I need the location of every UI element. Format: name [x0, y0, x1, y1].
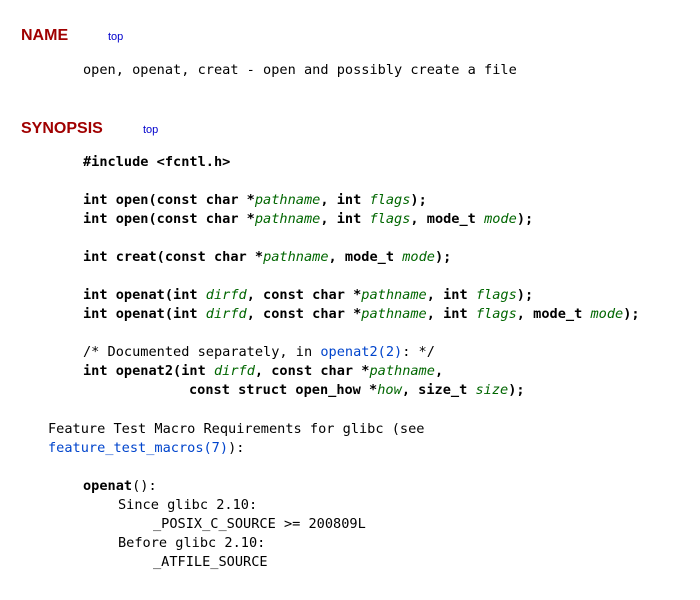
man-page-viewport: { "name_section": { "heading": "NAME", "…: [0, 0, 700, 600]
param-dirfd: dirfd: [205, 287, 247, 303]
param-mode: mode: [590, 306, 624, 322]
open-mode-prototype-part: , int: [320, 211, 370, 227]
open-prototype-part: );: [410, 192, 427, 208]
param-flags: flags: [369, 211, 411, 227]
openat-mode-prototype: int openat(int dirfd, const char *pathna…: [83, 305, 640, 324]
function-name: openat: [83, 478, 133, 494]
open-prototype-part: int open(const char *: [83, 192, 255, 208]
openat2-prototype-part: ,: [434, 363, 444, 379]
top-link-synopsis[interactable]: top: [143, 124, 158, 136]
param-pathname: pathname: [361, 287, 427, 303]
param-pathname: pathname: [254, 192, 321, 208]
param-pathname: pathname: [369, 363, 435, 379]
param-mode: mode: [402, 249, 435, 265]
creat-prototype-part: int creat(const char *: [83, 249, 264, 265]
function-parens: ():: [132, 478, 157, 494]
section-heading-synopsis: SYNOPSIS: [21, 120, 103, 137]
creat-prototype-part: , mode_t: [328, 249, 403, 265]
open-prototype: int open(const char *pathname, int flags…: [83, 191, 427, 210]
openat2-prototype-part: , const char *: [254, 363, 370, 379]
before-glibc-macro: _ATFILE_SOURCE: [153, 554, 268, 570]
openat-prototype-part: int openat(int: [83, 287, 206, 303]
param-size: size: [475, 382, 509, 398]
param-flags: flags: [475, 287, 517, 303]
creat-prototype: int creat(const char *pathname, mode_t m…: [83, 248, 451, 267]
openat2-prototype-part: , size_t: [401, 382, 476, 398]
openat2-prototype-part: int openat2(int: [83, 363, 214, 379]
openat-mode-prototype-part: );: [623, 306, 640, 322]
before-glibc-label: Before glibc 2.10:: [118, 535, 266, 551]
param-dirfd: dirfd: [205, 306, 247, 322]
open-mode-prototype: int open(const char *pathname, int flags…: [83, 210, 533, 229]
openat-mode-prototype-part: , const char *: [246, 306, 362, 322]
open-mode-prototype-part: int open(const char *: [83, 211, 255, 227]
openat-prototype-part: );: [516, 287, 534, 303]
creat-prototype-part: );: [434, 249, 452, 265]
openat2-prototype: int openat2(int dirfd, const char *pathn…: [83, 362, 443, 381]
param-how: how: [377, 382, 402, 398]
top-link-name[interactable]: top: [108, 31, 123, 43]
param-pathname: pathname: [254, 211, 321, 227]
open-mode-prototype-part: );: [516, 211, 534, 227]
openat-mode-prototype-part: int openat(int: [83, 306, 206, 322]
param-flags: flags: [369, 192, 411, 208]
since-glibc-label: Since glibc 2.10:: [118, 497, 258, 513]
param-pathname: pathname: [361, 306, 427, 322]
feature-test-link-line: feature_test_macros(7)):: [48, 439, 244, 458]
feature-test-heading: Feature Test Macro Requirements for glib…: [48, 421, 425, 437]
include-line: #include <fcntl.h>: [83, 154, 231, 170]
openat2-prototype-part: const struct open_how *: [189, 382, 378, 398]
openat-prototype: int openat(int dirfd, const char *pathna…: [83, 286, 533, 305]
feature-test-function: openat():: [83, 477, 157, 496]
openat2-prototype-part: );: [508, 382, 525, 398]
openat-mode-prototype-part: , int: [426, 306, 476, 322]
openat2-prototype-continued: const struct open_how *how, size_t size)…: [189, 381, 525, 400]
comment-text: : */: [402, 344, 435, 360]
section-heading-name: NAME: [21, 27, 69, 44]
comment-text: /* Documented separately, in: [83, 344, 321, 360]
feature-test-macros-link[interactable]: feature_test_macros(7): [48, 440, 228, 456]
openat-prototype-part: , const char *: [246, 287, 362, 303]
param-pathname: pathname: [263, 249, 329, 265]
openat-prototype-part: , int: [426, 287, 476, 303]
feature-test-suffix: ):: [228, 440, 245, 456]
openat2-comment: /* Documented separately, in openat2(2):…: [83, 343, 435, 362]
open-prototype-part: , int: [320, 192, 370, 208]
openat2-manpage-link[interactable]: openat2(2): [320, 344, 402, 360]
param-mode: mode: [484, 211, 517, 227]
open-mode-prototype-part: , mode_t: [410, 211, 485, 227]
param-flags: flags: [475, 306, 517, 322]
param-dirfd: dirfd: [213, 363, 255, 379]
openat-mode-prototype-part: , mode_t: [516, 306, 591, 322]
since-glibc-macro: _POSIX_C_SOURCE >= 200809L: [153, 516, 366, 532]
name-description: open, openat, creat - open and possibly …: [83, 62, 517, 78]
